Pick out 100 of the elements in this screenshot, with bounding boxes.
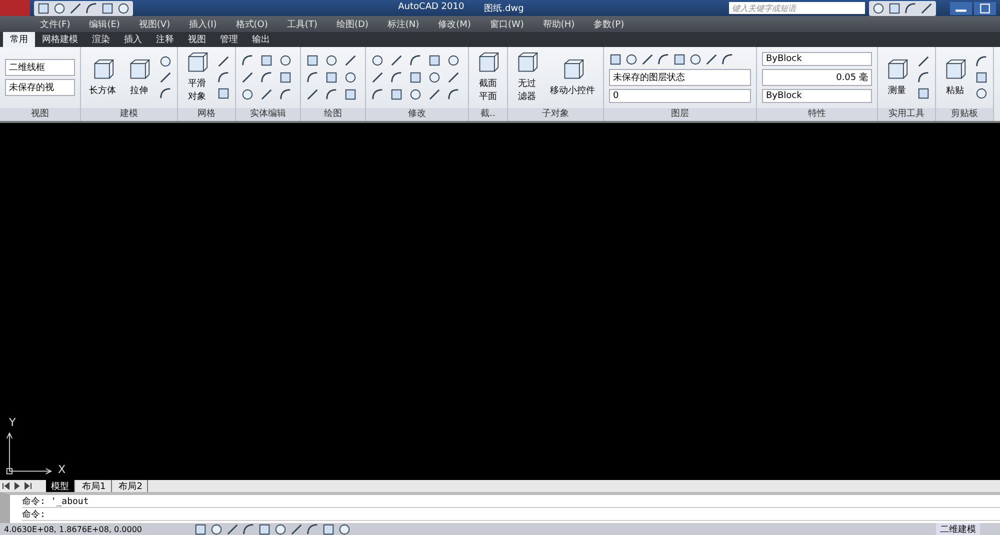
line-icon[interactable] — [344, 54, 357, 67]
square-icon[interactable] — [888, 2, 901, 14]
circle-icon[interactable] — [117, 2, 130, 14]
ribbon-button[interactable]: 拉伸 — [125, 58, 153, 96]
search-field[interactable]: 键入关键字或短语 — [729, 2, 865, 14]
square-icon[interactable] — [390, 88, 403, 101]
menu-item[interactable]: 修改(M) — [438, 18, 471, 30]
line-icon[interactable] — [290, 522, 303, 535]
layer-dropdown[interactable]: 0 — [609, 88, 751, 102]
circle-icon[interactable] — [279, 54, 292, 67]
square-icon[interactable] — [260, 54, 273, 67]
square-icon[interactable] — [917, 87, 930, 100]
menu-item[interactable]: 标注(N) — [387, 18, 420, 30]
workspace-dropdown[interactable]: 二维建模 — [936, 522, 980, 535]
line-icon[interactable] — [69, 2, 82, 14]
view-dropdown[interactable]: 二维线框 — [5, 59, 75, 76]
ribbon-tab[interactable]: 插入 — [117, 32, 149, 47]
square-icon[interactable] — [975, 71, 988, 84]
color-dropdown[interactable]: ByBlock — [762, 52, 872, 66]
line-icon[interactable] — [260, 88, 273, 101]
ribbon-button[interactable]: 粘贴 — [941, 58, 969, 96]
arc-icon[interactable] — [409, 54, 422, 67]
panel-title[interactable]: 网格 — [178, 108, 235, 121]
circle-icon[interactable] — [625, 52, 638, 66]
panel-title[interactable]: 子对象 — [508, 108, 603, 121]
arc-icon[interactable] — [306, 71, 319, 84]
circle-icon[interactable] — [447, 54, 460, 67]
minimize-icon[interactable] — [950, 2, 972, 14]
ribbon-tab[interactable]: 输出 — [245, 32, 277, 47]
ribbon-tab[interactable]: 管理 — [213, 32, 245, 47]
arc-icon[interactable] — [325, 88, 338, 101]
square-icon[interactable] — [409, 71, 422, 84]
circle-icon[interactable] — [975, 87, 988, 100]
ribbon-button[interactable]: 无过滤器 — [513, 52, 541, 103]
arc-icon[interactable] — [721, 52, 734, 66]
square-icon[interactable] — [322, 522, 335, 535]
line-icon[interactable] — [159, 71, 172, 84]
line-icon[interactable] — [226, 522, 239, 535]
arc-icon[interactable] — [85, 2, 98, 14]
line-icon[interactable] — [371, 71, 384, 84]
linetype-dropdown[interactable]: ByBlock — [762, 89, 872, 103]
panel-title[interactable]: 实体编辑 — [236, 108, 300, 121]
arc-icon[interactable] — [217, 71, 230, 84]
arc-icon[interactable] — [260, 71, 273, 84]
arc-icon[interactable] — [371, 88, 384, 101]
menu-item[interactable]: 格式(O) — [236, 18, 268, 30]
line-icon[interactable] — [447, 71, 460, 84]
circle-icon[interactable] — [274, 522, 287, 535]
ribbon-button[interactable]: 截面平面 — [474, 52, 502, 103]
square-icon[interactable] — [609, 52, 622, 66]
square-icon[interactable] — [37, 2, 50, 14]
arc-icon[interactable] — [975, 55, 988, 68]
arc-icon[interactable] — [242, 522, 255, 535]
circle-icon[interactable] — [241, 88, 254, 101]
menu-item[interactable]: 绘图(D) — [336, 18, 368, 30]
line-icon[interactable] — [641, 52, 654, 66]
layout-tab[interactable]: 模型 — [46, 480, 75, 492]
layer-state-dropdown[interactable]: 未保存的图层状态 — [609, 68, 751, 86]
lineweight-dropdown[interactable]: 0.05 毫 — [762, 69, 872, 86]
menu-item[interactable]: 编辑(E) — [89, 18, 120, 30]
arc-icon[interactable] — [390, 71, 403, 84]
ribbon-tab[interactable]: 渲染 — [85, 32, 117, 47]
panel-title[interactable]: 视图 — [0, 108, 80, 121]
line-icon[interactable] — [917, 55, 930, 68]
line-icon[interactable] — [920, 2, 933, 14]
circle-icon[interactable] — [325, 54, 338, 67]
arc-icon[interactable] — [159, 87, 172, 100]
panel-title[interactable]: 截.. — [469, 108, 507, 121]
arc-icon[interactable] — [447, 88, 460, 101]
square-icon[interactable] — [101, 2, 114, 14]
menu-item[interactable]: 窗口(W) — [490, 18, 524, 30]
square-icon[interactable] — [279, 71, 292, 84]
panel-title[interactable]: 建模 — [81, 108, 177, 121]
menu-item[interactable]: 参数(P) — [594, 18, 624, 30]
arc-icon[interactable] — [241, 54, 254, 67]
square-icon[interactable] — [194, 522, 207, 535]
arc-icon[interactable] — [917, 71, 930, 84]
arc-icon[interactable] — [657, 52, 670, 66]
square-icon[interactable] — [217, 87, 230, 100]
panel-title[interactable]: 修改 — [366, 108, 468, 121]
view-dropdown[interactable]: 未保存的视 — [5, 79, 75, 96]
menu-item[interactable]: 视图(V) — [138, 18, 170, 30]
ribbon-button[interactable]: 平滑对象 — [183, 52, 211, 103]
panel-title[interactable]: 特性 — [757, 108, 877, 121]
square-icon[interactable] — [306, 54, 319, 67]
circle-icon[interactable] — [53, 2, 66, 14]
panel-title[interactable]: 剪贴板 — [936, 108, 993, 121]
square-icon[interactable] — [258, 522, 271, 535]
square-icon[interactable] — [673, 52, 686, 66]
circle-icon[interactable] — [409, 88, 422, 101]
line-icon[interactable] — [390, 54, 403, 67]
ribbon-tab[interactable]: 网格建模 — [35, 32, 85, 47]
ribbon-button[interactable]: 移动小控件 — [547, 58, 598, 96]
menu-item[interactable]: 帮助(H) — [542, 18, 575, 30]
arc-icon[interactable] — [279, 88, 292, 101]
ribbon-tab[interactable]: 常用 — [3, 32, 35, 47]
ribbon-button[interactable]: 测量 — [883, 58, 911, 96]
line-icon[interactable] — [306, 88, 319, 101]
circle-icon[interactable] — [159, 55, 172, 68]
panel-title[interactable]: 实用工具 — [878, 108, 935, 121]
